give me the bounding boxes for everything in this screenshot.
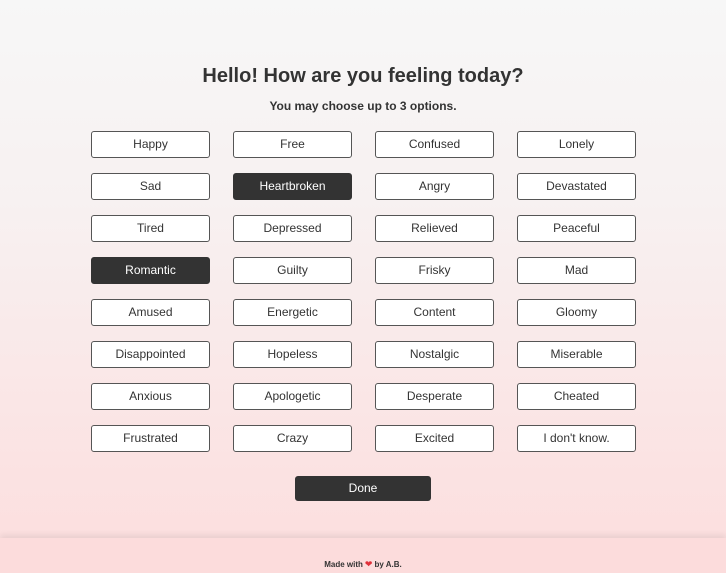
feeling-option-relieved[interactable]: Relieved [375, 215, 494, 242]
footer-credit: Made with ❤ by A.B. [0, 559, 726, 570]
feeling-option-free[interactable]: Free [233, 131, 352, 158]
feeling-option-devastated[interactable]: Devastated [517, 173, 636, 200]
feeling-option-excited[interactable]: Excited [375, 425, 494, 452]
feeling-option-i-don-t-know[interactable]: I don't know. [517, 425, 636, 452]
feeling-option-gloomy[interactable]: Gloomy [517, 299, 636, 326]
footer-author: by A.B. [374, 560, 402, 569]
feeling-option-content[interactable]: Content [375, 299, 494, 326]
feeling-option-frisky[interactable]: Frisky [375, 257, 494, 284]
feeling-option-anxious[interactable]: Anxious [91, 383, 210, 410]
feeling-option-apologetic[interactable]: Apologetic [233, 383, 352, 410]
feeling-option-angry[interactable]: Angry [375, 173, 494, 200]
feeling-option-amused[interactable]: Amused [91, 299, 210, 326]
feeling-option-romantic[interactable]: Romantic [91, 257, 210, 284]
heart-icon: ❤ [364, 559, 373, 569]
feeling-option-guilty[interactable]: Guilty [233, 257, 352, 284]
footer: Made with ❤ by A.B. [0, 538, 726, 573]
feeling-option-miserable[interactable]: Miserable [517, 341, 636, 368]
feeling-option-cheated[interactable]: Cheated [517, 383, 636, 410]
feeling-option-peaceful[interactable]: Peaceful [517, 215, 636, 242]
feeling-option-lonely[interactable]: Lonely [517, 131, 636, 158]
feelings-grid: Happy Free Confused Lonely Sad Heartbroken Ang… [91, 131, 636, 452]
feeling-option-hopeless[interactable]: Hopeless [233, 341, 352, 368]
done-button[interactable]: Done [295, 476, 431, 501]
feeling-option-tired[interactable]: Tired [91, 215, 210, 242]
page-subtitle: You may choose up to 3 options. [269, 99, 457, 113]
feeling-option-depressed[interactable]: Depressed [233, 215, 352, 242]
feeling-option-disappointed[interactable]: Disappointed [91, 341, 210, 368]
feeling-option-heartbroken[interactable]: Heartbroken [233, 173, 352, 200]
feeling-option-energetic[interactable]: Energetic [233, 299, 352, 326]
feeling-option-desperate[interactable]: Desperate [375, 383, 494, 410]
feeling-option-mad[interactable]: Mad [517, 257, 636, 284]
feeling-option-nostalgic[interactable]: Nostalgic [375, 341, 494, 368]
feeling-option-happy[interactable]: Happy [91, 131, 210, 158]
main-content: Hello! How are you feeling today? You ma… [0, 0, 726, 538]
page-title: Hello! How are you feeling today? [202, 65, 524, 87]
footer-made-with: Made with [324, 560, 363, 569]
feeling-option-sad[interactable]: Sad [91, 173, 210, 200]
feeling-option-frustrated[interactable]: Frustrated [91, 425, 210, 452]
feeling-option-confused[interactable]: Confused [375, 131, 494, 158]
feeling-option-crazy[interactable]: Crazy [233, 425, 352, 452]
